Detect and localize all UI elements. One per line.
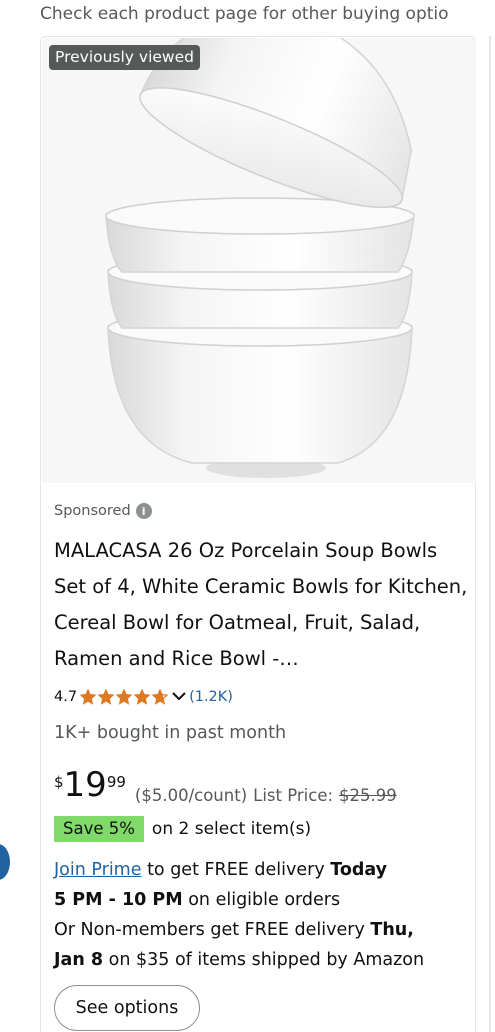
nonmember-date: Jan 8 [54,950,104,970]
save-text: on 2 select item(s) [151,819,312,839]
chevron-down-icon[interactable] [172,689,186,705]
save-badge: Save 5% [54,816,144,842]
product-title[interactable]: MALACASA 26 Oz Porcelain Soup Bowls Set … [54,533,469,677]
star-5 [151,689,169,705]
see-options-button[interactable]: See options [54,985,200,1031]
star-4 [133,689,151,705]
buying-options-notice: Check each product page for other buying… [40,4,449,24]
rating-value: 4.7 [54,689,78,705]
list-price-label: List Price: [253,786,334,805]
nonmember-text-2: on $35 of items shipped by Amazon [103,950,425,970]
rating-row[interactable]: 4.7 (1.2K) [54,689,233,705]
coupon-row: Save 5% on 2 select item(s) [54,816,311,842]
price-row[interactable]: $ 19 99 ($5.00/count) List Price: $25.99 [54,768,397,805]
unit-price: ($5.00/count) [134,786,248,805]
delivery-info: Join Prime to get FREE delivery Today 5 … [54,855,474,975]
nonmember-day: Thu, [370,920,414,940]
nonmember-text-1: Or Non-members get FREE delivery [54,920,371,940]
prime-text-1: to get FREE delivery [141,860,331,880]
price-fraction: 99 [106,773,126,791]
nonmember-line-1: Or Non-members get FREE delivery Thu, [54,915,474,945]
list-price-value: $25.99 [339,786,397,805]
price-currency: $ [54,773,64,791]
bowls-illustration [105,38,415,478]
bought-in-past-month: 1K+ bought in past month [54,723,287,743]
card-divider [489,36,491,1032]
product-card: Previously viewed Sponsored i MALACASA 2… [40,36,476,1032]
star-1 [80,689,97,705]
product-image[interactable]: Previously viewed [42,38,476,483]
prime-line: Join Prime to get FREE delivery Today [54,855,474,885]
star-3 [115,689,133,705]
star-rating-icon[interactable] [80,689,170,705]
prime-text-2: on eligible orders [182,890,341,910]
join-prime-link[interactable]: Join Prime [54,860,142,880]
prime-time: 5 PM - 10 PM [54,890,183,910]
price-whole: 19 [63,765,107,805]
previously-viewed-badge: Previously viewed [49,45,200,70]
sponsored-text: Sponsored [54,503,131,519]
rating-count-link[interactable]: (1.2K) [189,689,233,705]
sponsored-label[interactable]: Sponsored i [54,503,152,519]
nonmember-line-2: Jan 8 on $35 of items shipped by Amazon [54,945,474,975]
scroll-left-button[interactable] [0,844,10,880]
star-2 [97,689,115,705]
prime-day: Today [330,860,388,880]
info-icon[interactable]: i [135,503,152,519]
prime-time-line: 5 PM - 10 PM on eligible orders [54,885,474,915]
